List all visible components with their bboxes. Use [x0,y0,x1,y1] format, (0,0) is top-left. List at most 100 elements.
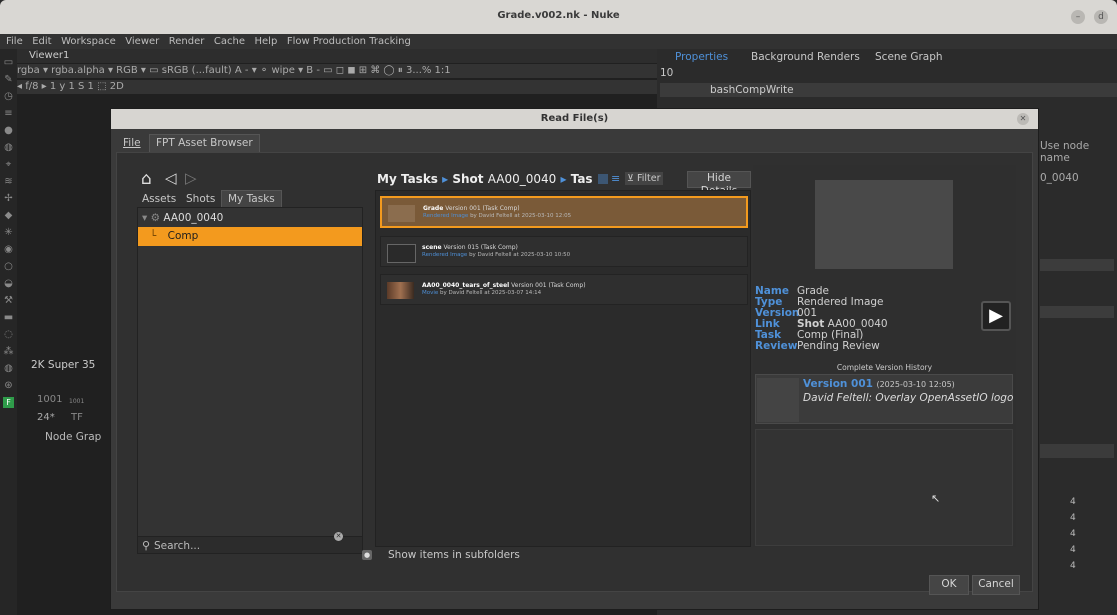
viewer-controls-row1[interactable]: rgba ▾ rgba.alpha ▾ RGB ▾ ▭ sRGB (...fau… [17,64,657,78]
menu-edit[interactable]: Edit [32,34,51,49]
particles-icon[interactable]: ✳ [3,227,14,238]
menu-flow-production-tracking[interactable]: Flow Production Tracking [287,34,411,49]
history-empty-area [755,429,1013,546]
history-entry[interactable]: Version 001 (2025-03-10 12:05) David Fel… [755,374,1013,424]
deep-icon[interactable]: ◉ [3,244,14,255]
show-subfolders-label: Show items in subfolders [388,549,520,561]
ok-button[interactable]: OK [929,575,969,595]
dialog-menu-file[interactable]: File [123,137,141,149]
tree-item-comp[interactable]: └ Comp [138,227,362,246]
item-thumbnail [387,282,414,299]
window-menu-button[interactable]: d [1094,10,1108,24]
tab-shots[interactable]: Shots [186,193,215,205]
breadcrumb-my-tasks[interactable]: My Tasks [377,172,438,186]
color-icon[interactable]: ● [3,125,14,136]
tab-node-graph[interactable]: Node Grap [45,431,101,443]
node-header: bashCompWrite [660,83,1117,97]
list-item[interactable]: AA00_0040_tears_of_steel Version 001 (Ta… [380,274,748,305]
filter-button[interactable]: ⊻ Filter [625,172,663,185]
preview-image [815,180,953,269]
help-icon[interactable]: ◍ [3,363,14,374]
use-node-name-label: Use node name [1040,140,1090,164]
tab-fpt-asset-browser[interactable]: FPT Asset Browser [149,134,260,152]
toolsets-icon[interactable]: ⚒ [3,295,14,306]
menu-render[interactable]: Render [169,34,205,49]
keyer-icon[interactable]: ⌖ [3,159,14,170]
breadcrumb-shot[interactable]: Shot [452,172,483,186]
list-item[interactable]: Grade Version 001 (Task Comp) Rendered I… [380,196,748,228]
hide-details-button[interactable]: Hide Details [687,171,751,197]
subfolders-checkbox[interactable]: ● [362,550,372,560]
menu-workspace[interactable]: Workspace [61,34,116,49]
furnace-icon[interactable]: ◌ [3,329,14,340]
node-name[interactable]: bashCompWrite [710,83,794,97]
cancel-button[interactable]: Cancel [972,575,1020,595]
forward-arrow-icon[interactable]: ▷ [185,169,197,187]
tab-background-renders[interactable]: Background Renders [751,50,860,64]
read-files-dialog: Read File(s) ✕ File FPT Asset Browser ⌂ … [110,108,1039,610]
tab-my-tasks[interactable]: My Tasks [221,190,282,208]
frame-in[interactable]: 1001 [37,394,62,405]
value-list: 4 4 4 4 4 [1070,497,1076,571]
dialog-close-button[interactable]: ✕ [1017,113,1029,125]
other-icon[interactable]: ▬ [3,312,14,323]
history-note: David Feltell: Overlay OpenAssetIO logo [803,392,1014,404]
history-title: Complete Version History [836,363,933,372]
task-tree: ▾ ⚙ AA00_0040 └ Comp [137,207,363,544]
metadata-icon[interactable]: ◒ [3,278,14,289]
channel-icon[interactable]: ≡ [3,108,14,119]
filter-icon[interactable]: ◍ [3,142,14,153]
tab-assets[interactable]: Assets [142,193,176,205]
tab-properties[interactable]: Properties [675,50,728,64]
views-icon[interactable]: ○ [3,261,14,272]
clear-search-icon[interactable]: ✕ [334,532,343,541]
viewer-controls-row2[interactable]: ◂ f/8 ▸ 1 y 1 S 1 ⬚ 2D [17,80,657,94]
home-icon[interactable]: ⌂ [141,169,152,189]
search-icon: ⚲ [142,539,151,552]
tab-scene-graph[interactable]: Scene Graph [875,50,943,64]
plugins-icon[interactable]: ⁂ [3,346,14,357]
node-name-value: 0_0040 [1040,172,1079,184]
breadcrumb-task[interactable]: Tas [571,172,593,186]
dropdown-b[interactable] [1040,306,1114,318]
play-icon[interactable]: ▶ [981,301,1011,331]
list-item[interactable]: scene Version 015 (Task Comp) Rendered I… [380,236,748,267]
time-icon[interactable]: ◷ [3,91,14,102]
tab-viewer1[interactable]: Viewer1 [29,50,69,61]
3d-icon[interactable]: ◆ [3,210,14,221]
back-arrow-icon[interactable]: ◁ [165,169,177,187]
grid-view-icon[interactable] [598,174,608,184]
format-label: 2K Super 35 [31,359,96,371]
history-thumbnail [757,378,799,422]
expand-icon[interactable]: ▾ ⚙ [142,212,163,224]
search-field[interactable]: ⚲ Search... [137,536,363,554]
window-title: Grade.v002.nk - Nuke [497,10,620,21]
dropdown-a[interactable] [1040,259,1114,271]
image-icon [387,244,416,263]
fps-field[interactable]: 24* [37,412,55,423]
version-list: Grade Version 001 (Task Comp) Rendered I… [375,190,751,547]
settings-icon[interactable]: ⊛ [3,380,14,391]
frame-sub: 1001 [69,398,85,405]
list-view-icon[interactable]: ≡ [611,172,620,185]
dialog-title: Read File(s) [540,113,609,124]
draw-icon[interactable]: ✎ [3,74,14,85]
details-panel: Name Type Version Link Task Review Grade… [753,165,1016,547]
fpt-icon[interactable]: F [3,397,14,408]
menu-cache[interactable]: Cache [214,34,245,49]
minimize-button[interactable]: – [1071,10,1085,24]
tree-root-row[interactable]: ▾ ⚙ AA00_0040 [142,212,223,224]
max-panels-field[interactable]: 10 [660,66,673,80]
breadcrumb: My Tasks ▸ Shot AA00_0040 ▸ Tas [377,172,593,186]
value-review: Pending Review [797,340,880,352]
tree-branch-icon: └ [150,230,157,242]
merge-icon[interactable]: ≋ [3,176,14,187]
menu-file[interactable]: File [6,34,23,49]
history-version: Version 001 [803,378,873,390]
transform-icon[interactable]: ✢ [3,193,14,204]
menu-viewer[interactable]: Viewer [125,34,159,49]
window-titlebar: Grade.v002.nk - Nuke – d [0,0,1117,34]
tf-field[interactable]: TF [71,412,83,423]
menu-help[interactable]: Help [255,34,278,49]
image-icon[interactable]: ▭ [3,57,14,68]
